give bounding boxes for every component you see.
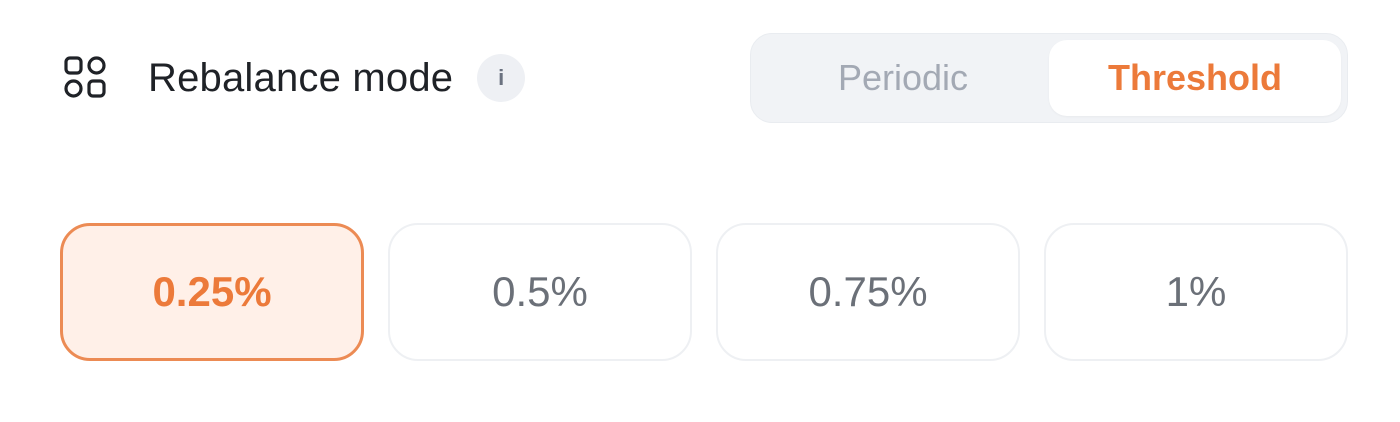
threshold-option-0-25[interactable]: 0.25% (60, 223, 364, 361)
section-title: Rebalance mode (148, 55, 454, 100)
threshold-option-1[interactable]: 1% (1044, 223, 1348, 361)
apps-grid-icon (64, 56, 106, 98)
threshold-option-0-5[interactable]: 0.5% (388, 223, 692, 361)
info-icon[interactable]: i (477, 54, 526, 102)
mode-option-periodic[interactable]: Periodic (757, 40, 1049, 116)
threshold-option-0-75[interactable]: 0.75% (716, 223, 1020, 361)
rebalance-mode-header: Rebalance mode i (62, 52, 526, 104)
threshold-options: 0.25% 0.5% 0.75% 1% (60, 223, 1348, 361)
mode-segmented-control: Periodic Threshold (750, 33, 1348, 123)
mode-option-threshold[interactable]: Threshold (1049, 40, 1341, 116)
